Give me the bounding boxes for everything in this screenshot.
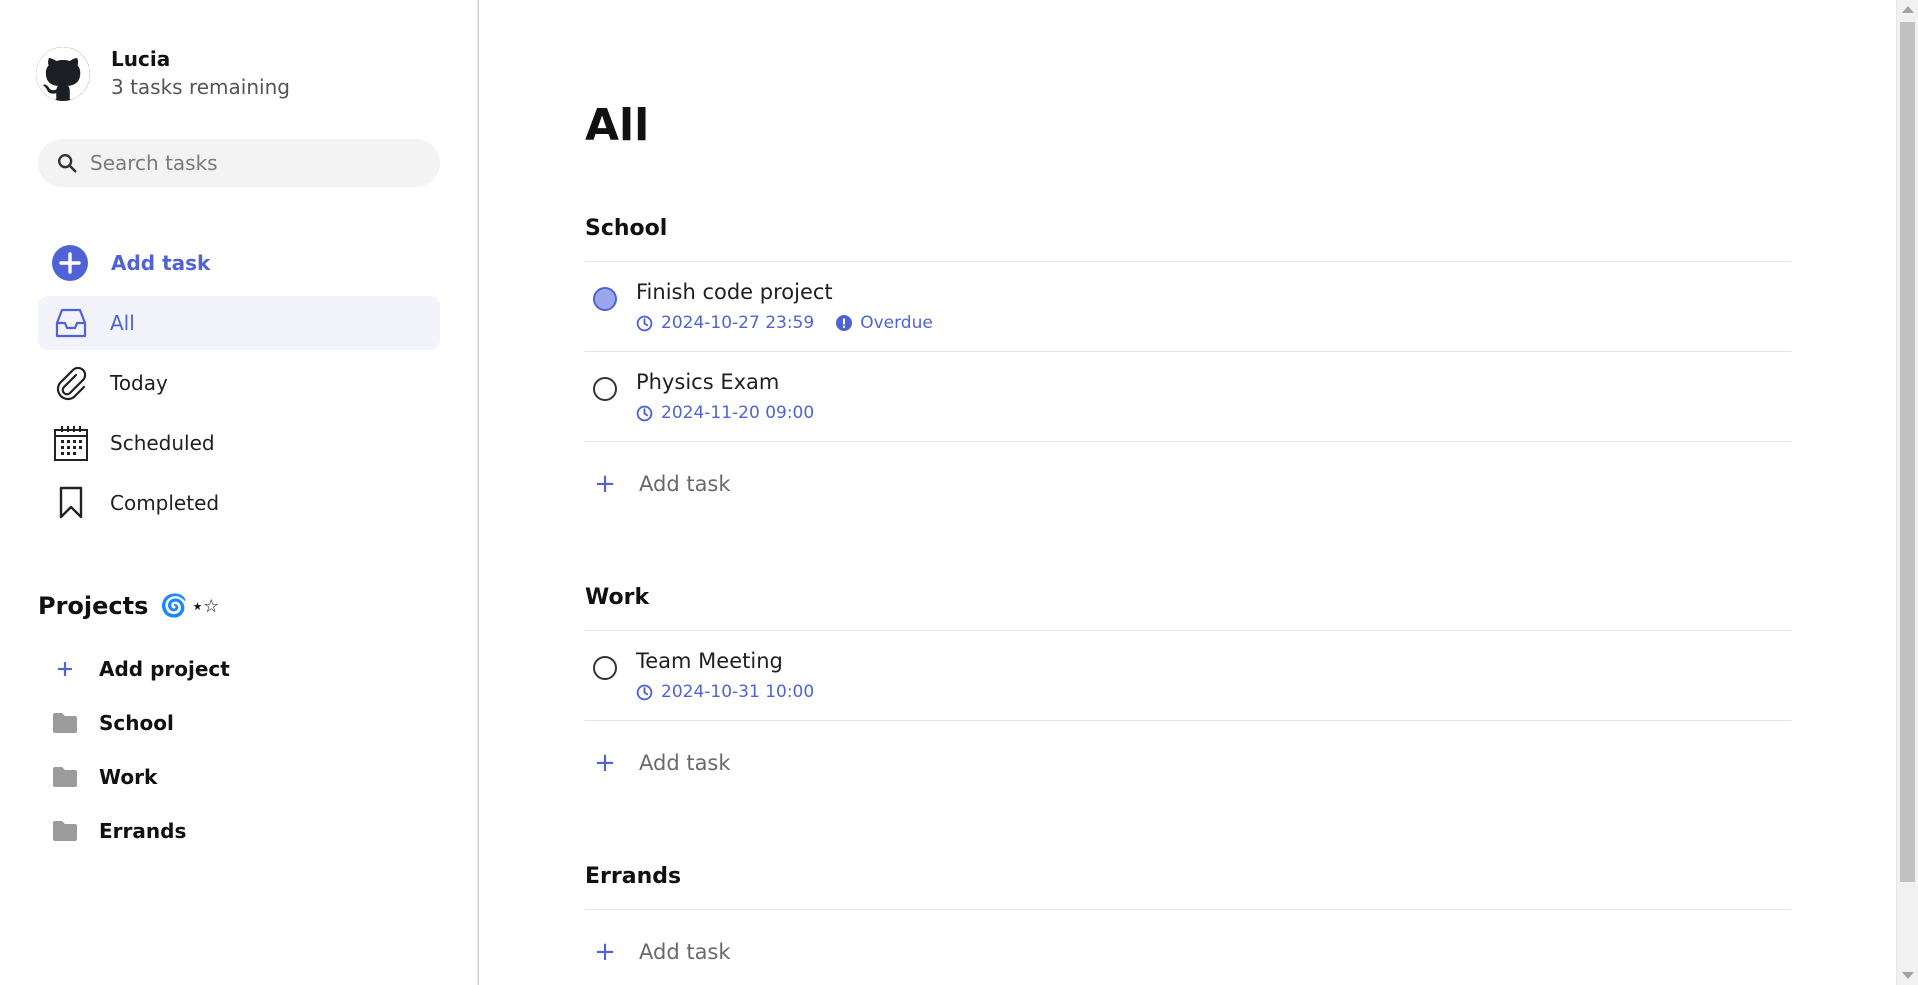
search-input[interactable] xyxy=(90,151,410,175)
section-title-errands: Errands xyxy=(585,864,682,889)
task-title[interactable]: Finish code project xyxy=(636,280,833,304)
task-meta: 2024-11-20 09:00 xyxy=(636,403,814,423)
task-due-date: 2024-10-31 10:00 xyxy=(661,682,815,702)
plus-icon: + xyxy=(594,469,616,499)
add-task-inline-button[interactable]: + Add task xyxy=(585,932,1185,972)
user-profile: Lucia 3 tasks remaining xyxy=(36,46,290,101)
add-project-button[interactable]: Add project xyxy=(50,642,230,696)
nav-item-scheduled[interactable]: Scheduled xyxy=(38,416,440,470)
project-label: Work xyxy=(99,765,158,789)
main-nav: Add task All Today Scheduled Completed xyxy=(38,236,440,536)
overdue-label: Overdue xyxy=(860,313,933,333)
divider xyxy=(585,720,1791,721)
add-task-inline-button[interactable]: + Add task xyxy=(585,464,1185,504)
plus-icon: + xyxy=(594,748,616,778)
nav-item-all[interactable]: All xyxy=(38,296,440,350)
task-title[interactable]: Physics Exam xyxy=(636,370,779,394)
folder-icon xyxy=(50,766,80,788)
vertical-scrollbar[interactable] xyxy=(1896,0,1918,985)
stars-icon: ⋆☆ xyxy=(191,595,220,617)
bookmark-icon xyxy=(52,484,90,522)
folder-icon xyxy=(50,820,80,842)
project-label: School xyxy=(99,711,174,735)
scroll-down-arrow-icon[interactable] xyxy=(1902,972,1914,979)
project-label: Errands xyxy=(99,819,187,843)
section-title-work: Work xyxy=(585,585,650,610)
add-task-inline-label: Add task xyxy=(639,472,731,496)
task-row: Physics Exam 2024-11-20 09:00 xyxy=(585,352,1791,442)
nav-label-all: All xyxy=(110,311,135,335)
scrollbar-thumb[interactable] xyxy=(1900,22,1915,882)
user-name: Lucia xyxy=(111,47,171,71)
divider xyxy=(585,909,1791,910)
plus-circle-icon xyxy=(51,244,89,282)
page-title: All xyxy=(585,100,650,151)
task-due-date: 2024-11-20 09:00 xyxy=(661,403,815,423)
search-box[interactable] xyxy=(38,139,440,187)
cyclone-icon: 🌀 xyxy=(160,593,188,619)
tasks-remaining: 3 tasks remaining xyxy=(111,75,290,99)
nav-label-completed: Completed xyxy=(110,491,220,515)
main-content: All School Finish code project 2024-10-2… xyxy=(585,0,1791,985)
task-checkbox[interactable] xyxy=(593,287,617,311)
scroll-up-arrow-icon[interactable] xyxy=(1902,6,1914,13)
paperclip-icon xyxy=(52,364,90,402)
overdue-badge: Overdue xyxy=(836,313,933,333)
task-row: Team Meeting 2024-10-31 10:00 xyxy=(585,631,1791,721)
sidebar: Lucia 3 tasks remaining Add task All To xyxy=(0,0,479,985)
github-avatar-icon xyxy=(36,46,90,101)
add-task-inline-label: Add task xyxy=(639,940,731,964)
section-title-school: School xyxy=(585,216,668,241)
task-meta: 2024-10-27 23:59 Overdue xyxy=(636,313,933,333)
clock-icon xyxy=(636,405,653,422)
search-icon xyxy=(56,152,78,174)
calendar-icon xyxy=(52,424,90,462)
task-checkbox[interactable] xyxy=(593,377,617,401)
task-due-date: 2024-10-27 23:59 xyxy=(661,313,815,333)
clock-icon xyxy=(636,315,653,332)
nav-item-today[interactable]: Today xyxy=(38,356,440,410)
divider xyxy=(585,441,1791,442)
projects-heading: Projects 🌀 ⋆☆ xyxy=(38,592,219,620)
inbox-icon xyxy=(52,304,90,342)
task-meta: 2024-10-31 10:00 xyxy=(636,682,814,702)
task-title[interactable]: Team Meeting xyxy=(636,649,783,673)
nav-label-scheduled: Scheduled xyxy=(110,431,215,455)
add-project-label: Add project xyxy=(99,657,230,681)
add-task-label: Add task xyxy=(111,251,211,275)
add-task-inline-button[interactable]: + Add task xyxy=(585,743,1185,783)
plus-icon: + xyxy=(594,937,616,967)
clock-icon xyxy=(636,684,653,701)
task-checkbox[interactable] xyxy=(593,656,617,680)
add-task-button[interactable]: Add task xyxy=(38,236,440,290)
project-item-work[interactable]: Work xyxy=(50,750,230,804)
project-item-school[interactable]: School xyxy=(50,696,230,750)
nav-item-completed[interactable]: Completed xyxy=(38,476,440,530)
project-list: Add project School Work Errands xyxy=(50,642,230,858)
folder-icon xyxy=(50,712,80,734)
nav-label-today: Today xyxy=(110,371,168,395)
projects-title: Projects xyxy=(38,592,149,620)
task-row: Finish code project 2024-10-27 23:59 Ove… xyxy=(585,262,1791,352)
alert-icon xyxy=(836,315,853,331)
add-task-inline-label: Add task xyxy=(639,751,731,775)
project-item-errands[interactable]: Errands xyxy=(50,804,230,858)
plus-icon xyxy=(50,660,80,678)
